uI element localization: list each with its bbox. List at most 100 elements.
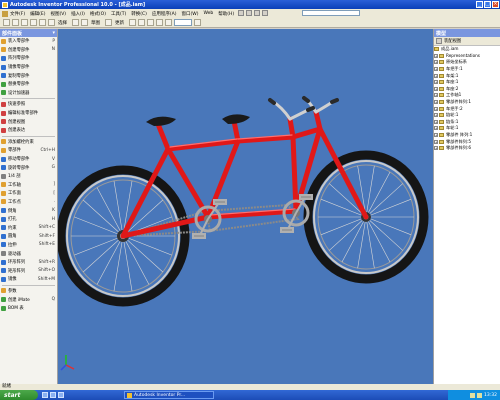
tree-item[interactable]: + 车座:1 [434,79,500,86]
task-inventor[interactable]: Autodesk Inventor Pr... [124,391,214,399]
menu-convert[interactable]: 转换(C) [131,11,147,17]
tree-item[interactable]: + 零部件阵列:1 [434,99,500,106]
tree-item[interactable]: + 车把手:2 [434,105,500,112]
tree-item[interactable]: + Representations [434,53,500,60]
update-icon[interactable] [105,19,112,26]
command-item[interactable]: 环形阵列 Shift+R [0,258,57,267]
bicycle-model[interactable] [58,29,433,384]
zoom-icon[interactable] [129,19,136,26]
camera-icon[interactable] [194,19,201,26]
expand-icon[interactable]: + [434,146,438,151]
tree-item[interactable]: + 车轮:1 [434,125,500,132]
pan-icon[interactable] [138,19,145,26]
panel-dropdown-icon[interactable]: ▾ [52,30,55,36]
menu-help[interactable]: 帮助(H) [218,11,234,17]
command-item[interactable]: 复制零部件 [0,71,57,80]
view-cube-axes-icon[interactable] [60,355,75,371]
return-icon[interactable] [72,19,79,26]
assembly-view-label[interactable]: 装配视图 [444,38,461,44]
tree-item[interactable]: + 零部件阵列:5 [434,138,500,145]
color-icon[interactable] [246,10,252,16]
menu-insert[interactable]: 插入(I) [71,11,85,17]
tree-root[interactable]: 成品.iam [434,46,500,53]
expand-icon[interactable]: + [434,106,438,111]
expand-icon[interactable]: + [434,86,438,91]
zoom-window-icon[interactable] [147,19,154,26]
command-item[interactable]: 阵列零部件 [0,54,57,63]
document-icon[interactable] [2,10,8,17]
minimize-icon[interactable]: _ [476,1,483,8]
filter-icon[interactable] [436,38,442,44]
tree-item[interactable]: + 车座:2 [434,86,500,93]
save-icon[interactable] [21,19,28,26]
model-browser-header[interactable]: 模型 [434,29,500,37]
tree-item[interactable]: + 零部件阵列:6 [434,145,500,152]
expand-icon[interactable]: + [434,73,438,78]
start-button[interactable]: start [0,390,38,400]
expand-icon[interactable]: + [434,126,438,131]
expand-icon[interactable]: + [434,80,438,85]
tree-item[interactable]: + 零部件 阵列:1 [434,132,500,139]
command-item[interactable]: 打孔 H [0,215,57,224]
command-item[interactable]: 编辑标准零部件 [0,109,57,118]
command-item[interactable]: 装入零部件 P [0,37,57,46]
new-icon[interactable] [3,19,10,26]
command-item[interactable]: 旋转零部件 G [0,163,57,172]
command-item[interactable]: 矩形阵列 Shift+O [0,266,57,275]
handlebars[interactable] [270,97,336,121]
assembly-panel-header[interactable]: 部件面板 ▾ [0,29,57,37]
command-item[interactable]: 1/4 剖 [0,172,57,181]
command-item[interactable]: 替换零部件 [0,80,57,89]
command-item[interactable]: 倒角 K [0,206,57,215]
menu-file[interactable]: 文件(F) [10,11,25,17]
command-item[interactable]: 镜像 Shift+M [0,275,57,284]
command-item[interactable]: 镜像零部件 [0,63,57,72]
command-item[interactable]: 拉伸 Shift+E [0,241,57,250]
select-icon[interactable] [48,19,55,26]
tree-item[interactable]: + 链条:1 [434,119,500,126]
menu-window[interactable]: 窗口(W) [181,11,198,17]
command-item[interactable]: 圆角 Shift+F [0,232,57,241]
tree-item[interactable]: + 工作轴1 [434,92,500,99]
menu-format[interactable]: 格式(O) [90,11,106,17]
expand-icon[interactable]: + [434,93,438,98]
expand-icon[interactable]: + [434,133,438,138]
expand-icon[interactable]: + [434,119,438,124]
command-item[interactable]: 参数 [0,287,57,296]
volume-icon[interactable] [477,392,483,398]
ie-icon[interactable] [50,392,56,398]
rotate-icon[interactable] [156,19,163,26]
expand-icon[interactable]: + [434,67,438,72]
style-dropdown[interactable] [302,10,360,16]
menu-edit[interactable]: 编辑(E) [30,11,45,17]
maximize-icon[interactable]: □ [484,1,491,8]
command-item[interactable]: 约束 Shift+C [0,223,57,232]
grid-icon[interactable] [238,10,244,16]
graphics-viewport[interactable] [58,29,433,384]
command-item[interactable]: 工作面 [ [0,189,57,198]
expand-icon[interactable]: + [434,139,438,144]
open-icon[interactable] [12,19,19,26]
display-mode-dropdown[interactable] [174,19,192,26]
menu-tools[interactable]: 工具(T) [111,11,126,17]
command-item[interactable]: 创建表达 [0,126,57,135]
command-item[interactable]: 创建视图 [0,117,57,126]
command-item[interactable]: 零部件 Ctrl+H [0,146,57,155]
tree-item[interactable]: + 车架:1 [434,72,500,79]
command-item[interactable]: 工作点. [0,198,57,207]
menu-view[interactable]: 视图(V) [50,11,66,17]
command-item[interactable]: 快速参照 [0,100,57,109]
material-icon[interactable] [262,10,268,16]
menu-applications[interactable]: 应用程序(A) [152,11,177,17]
sketch-icon[interactable] [81,19,88,26]
expand-icon[interactable]: + [434,100,438,105]
tree-item[interactable]: + 链轮:1 [434,112,500,119]
style-icon[interactable] [254,10,260,16]
command-item[interactable]: BOM 表 [0,304,57,313]
sketch-label[interactable]: 草图 [91,20,100,26]
expand-icon[interactable]: + [434,53,438,58]
menu-web[interactable]: Web [203,11,213,16]
update-label[interactable]: 更新 [115,20,124,26]
close-icon[interactable]: × [492,1,499,8]
command-item[interactable]: 创建 iMate Q [0,295,57,304]
